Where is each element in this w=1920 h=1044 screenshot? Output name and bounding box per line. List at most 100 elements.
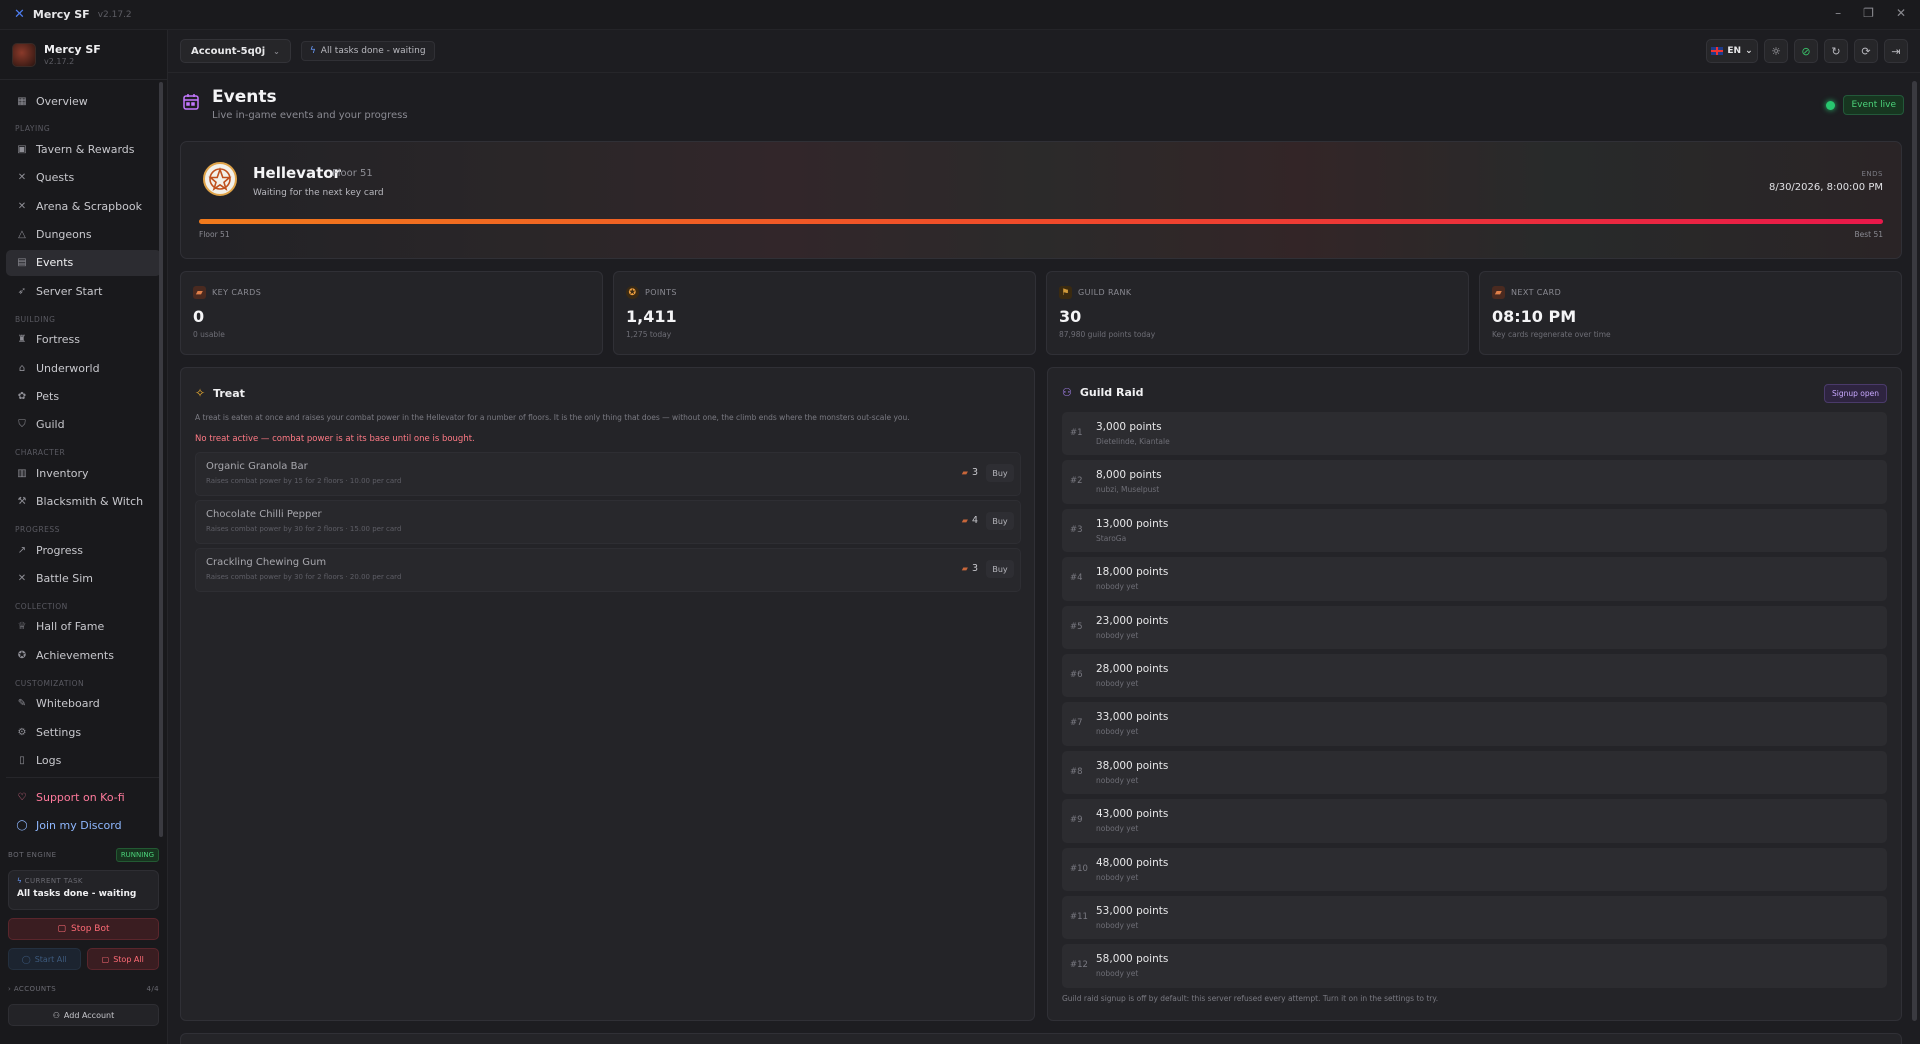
- trend-up-icon: ↗: [17, 544, 27, 556]
- sidebar-item-progress[interactable]: ↗ Progress: [6, 537, 161, 563]
- sidebar-item-discord[interactable]: ◯ Join my Discord: [6, 813, 161, 839]
- sidebar-item-server-start[interactable]: ➶ Server Start: [6, 278, 161, 304]
- treat-name: Chocolate Chilli Pepper: [206, 509, 322, 520]
- sidebar-scrollbar[interactable]: [159, 82, 163, 837]
- language-select[interactable]: EN ⌄: [1706, 39, 1758, 63]
- sidebar-item-logs[interactable]: ▯ Logs: [6, 747, 161, 773]
- sidebar-item-pets[interactable]: ✿ Pets: [6, 384, 161, 410]
- sidebar-item-label: Overview: [36, 94, 88, 108]
- add-account-button[interactable]: ⚇ Add Account: [8, 1004, 159, 1026]
- raid-tier-list: #1 3,000 points Dietelinde, Kiantale #2 8,0…: [1062, 412, 1887, 993]
- tier-rank: #7: [1070, 718, 1083, 729]
- sidebar-item-inventory[interactable]: ▥ Inventory: [6, 460, 161, 486]
- treat-list: Organic Granola Bar Raises combat power …: [195, 452, 1021, 596]
- tier-points: 13,000 points: [1096, 517, 1169, 530]
- tier-rank: #2: [1070, 476, 1083, 487]
- sidebar-item-kofi[interactable]: ♡ Support on Ko-fi: [6, 784, 161, 810]
- reload-button[interactable]: ⟳: [1854, 39, 1878, 63]
- accounts-toggle[interactable]: › ACCOUNTS 4/4: [8, 982, 159, 996]
- tier-points: 8,000 points: [1096, 469, 1162, 482]
- sparkle-treat-icon: ✧: [195, 386, 206, 400]
- sidebar-item-label: Arena & Scrapbook: [36, 199, 142, 213]
- sidebar-item-dungeons[interactable]: △ Dungeons: [6, 222, 161, 248]
- backpack-icon: ▥: [17, 467, 27, 479]
- sidebar-item-label: Hall of Fame: [36, 620, 105, 634]
- start-all-button[interactable]: ◯ Start All: [8, 948, 81, 970]
- sidebar-item-settings[interactable]: ⚙ Settings: [6, 719, 161, 745]
- rotate-icon: ⟳: [1861, 44, 1871, 58]
- buy-button[interactable]: Buy: [986, 560, 1014, 578]
- minimize-icon[interactable]: –: [1835, 6, 1841, 20]
- buy-button[interactable]: Buy: [986, 512, 1014, 530]
- avatar: [12, 42, 36, 67]
- tier-members: nobody yet: [1096, 582, 1139, 592]
- tier-rank: #8: [1070, 766, 1083, 777]
- swords-icon: ✕: [17, 200, 27, 212]
- sidebar-item-whiteboard[interactable]: ✎ Whiteboard: [6, 691, 161, 717]
- visibility-toggle-button[interactable]: ⊘: [1794, 39, 1818, 63]
- sidebar-item-quests[interactable]: ✕ Quests: [6, 165, 161, 191]
- sidebar-item-blacksmith[interactable]: ⚒ Blacksmith & Witch: [6, 489, 161, 515]
- panel-title: Guild Raid: [1079, 386, 1144, 399]
- treat-cost: ▰ 4: [962, 515, 978, 526]
- sidebar-item-achievements[interactable]: ✪ Achievements: [6, 642, 161, 668]
- key-card-icon: ▰: [1492, 286, 1505, 299]
- stat-label: NEXT CARD: [1511, 288, 1562, 297]
- gear-icon: ⚙: [17, 726, 27, 738]
- main-scrollbar[interactable]: [1912, 81, 1917, 1021]
- tier-rank: #12: [1070, 960, 1088, 971]
- tier-points: 18,000 points: [1096, 566, 1169, 579]
- nav-section-collection: COLLECTION: [15, 601, 68, 611]
- tier-rank: #4: [1070, 573, 1083, 584]
- treat-warning: No treat active — combat power is at its…: [195, 434, 475, 444]
- tier-points: 38,000 points: [1096, 759, 1169, 772]
- key-card-icon: ▰: [193, 286, 206, 299]
- progress-left-label: Floor 51: [199, 230, 230, 239]
- add-user-icon: ⚇: [52, 1010, 60, 1020]
- tier-members: nobody yet: [1096, 920, 1139, 930]
- account-select-value: Account-5q0j: [191, 45, 266, 57]
- key-card-icon: ▰: [961, 564, 968, 573]
- close-icon[interactable]: ✕: [1896, 6, 1906, 20]
- treat-cost-value: 4: [971, 515, 978, 526]
- sidebar-item-events[interactable]: ▤ Events: [6, 249, 161, 276]
- account-select[interactable]: Account-5q0j ⌄: [180, 39, 291, 63]
- sidebar-item-battle-sim[interactable]: ✕ Battle Sim: [6, 565, 161, 591]
- list-item: #7 33,000 points nobody yet: [1062, 702, 1887, 746]
- stat-sub: Key cards regenerate over time: [1492, 330, 1611, 339]
- sync-button[interactable]: ↻: [1824, 39, 1848, 63]
- guild-raid-panel: ⚇ Guild Raid Signup open #1 3,000 points D…: [1047, 367, 1902, 1021]
- tier-points: 33,000 points: [1096, 711, 1169, 724]
- sidebar-item-fortress[interactable]: ♜ Fortress: [6, 327, 161, 353]
- buy-button[interactable]: Buy: [986, 464, 1014, 482]
- sidebar-item-underworld[interactable]: ⌂ Underworld: [6, 355, 161, 381]
- list-item: #1 3,000 points Dietelinde, Kiantale: [1062, 412, 1887, 456]
- tier-members: nobody yet: [1096, 678, 1139, 688]
- sidebar-item-label: Battle Sim: [36, 571, 93, 585]
- page-header: Events Live in-game events and your prog…: [182, 87, 408, 121]
- stop-all-button[interactable]: ▢ Stop All: [86, 948, 159, 970]
- sidebar-item-overview[interactable]: ▦ Overview: [6, 88, 161, 114]
- sidebar-item-arena[interactable]: ✕ Arena & Scrapbook: [6, 193, 161, 219]
- tier-members: nobody yet: [1096, 824, 1139, 834]
- treat-desc: Raises combat power by 15 for 2 floors ·…: [206, 477, 402, 485]
- tier-points: 53,000 points: [1096, 904, 1169, 917]
- sidebar-item-tavern[interactable]: ▣ Tavern & Rewards: [6, 136, 161, 162]
- stat-next-card: ▰ NEXT CARD 08:10 PM Key cards regenerate…: [1479, 271, 1902, 355]
- sidebar-item-guild[interactable]: ⛉ Guild: [6, 412, 161, 438]
- top-actions: EN ⌄ ☼ ⊘ ↻ ⟳ ⇥: [1706, 39, 1908, 63]
- sidebar-item-label: Progress: [36, 543, 83, 557]
- theme-toggle-button[interactable]: ☼: [1764, 39, 1788, 63]
- accounts-count: 4/4: [146, 985, 159, 993]
- treat-cost-value: 3: [971, 563, 978, 574]
- logout-button[interactable]: ⇥: [1884, 39, 1908, 63]
- hellevator-hero-card: Hellevator Floor 51 Waiting for the next…: [180, 141, 1902, 259]
- bolt-icon: ϟ: [309, 46, 316, 56]
- accounts-label: ACCOUNTS: [13, 985, 57, 993]
- stop-bot-button[interactable]: ▢ Stop Bot: [8, 918, 159, 940]
- restore-icon[interactable]: ❐: [1863, 6, 1874, 20]
- current-task-label: CURRENT TASK: [24, 877, 83, 885]
- sidebar-item-hall-of-fame[interactable]: ♕ Hall of Fame: [6, 614, 161, 640]
- list-item: #12 58,000 points nobody yet: [1062, 944, 1887, 988]
- shield-icon: ⛉: [18, 419, 26, 431]
